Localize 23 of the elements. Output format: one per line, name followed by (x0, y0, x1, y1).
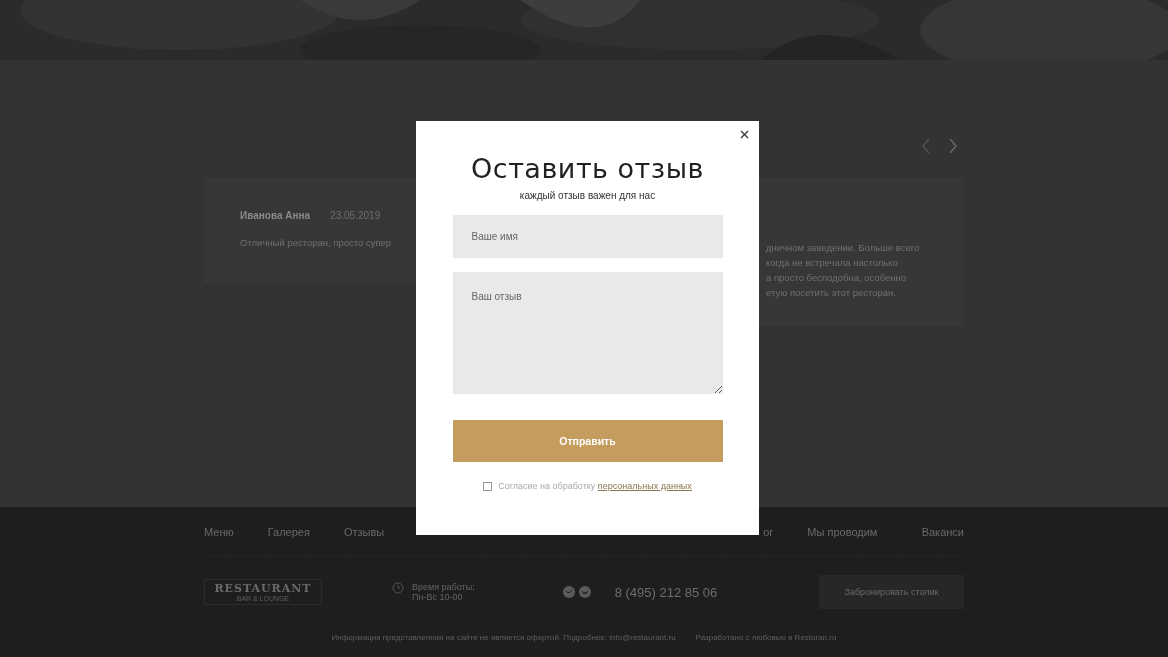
footer-nav-link[interactable]: Меню (204, 525, 234, 538)
footer-nav-link[interactable]: Отзывы (343, 525, 385, 538)
dialog-title: Оставить отзыв (471, 153, 704, 184)
close-icon[interactable] (740, 130, 749, 139)
phone-number[interactable]: 8 (495) 212 85 06 (614, 584, 718, 600)
review-field[interactable]: Ваш отзыв (452, 272, 723, 394)
footer-nav-link[interactable]: Галерея (267, 525, 310, 538)
consent-text: Согласие на обработку персональных данных (498, 481, 692, 491)
name-field[interactable]: Ваше имя (452, 215, 723, 258)
chevron-left-icon[interactable] (921, 138, 931, 154)
opening-hours: Время работы: (412, 582, 475, 592)
submit-button[interactable]: Отправить (452, 420, 723, 462)
book-table-button[interactable]: Забронировать столик (819, 575, 964, 609)
clock-icon (392, 582, 404, 594)
consent-checkbox[interactable] (483, 481, 493, 491)
footer-nav-link[interactable]: Мы проводим (807, 525, 878, 538)
chevron-right-icon[interactable] (948, 138, 958, 154)
dialog-subtitle: каждый отзыв важен для нас (519, 190, 656, 201)
footer-nav-link[interactable]: ог (763, 525, 774, 538)
opening-hours: Пн-Вс 10-00 (412, 592, 464, 602)
footer-nav-link[interactable]: Ваканси (921, 525, 964, 538)
review-author: Иванова Анна (240, 210, 311, 221)
personal-data-link[interactable]: персональных данных (597, 481, 692, 491)
